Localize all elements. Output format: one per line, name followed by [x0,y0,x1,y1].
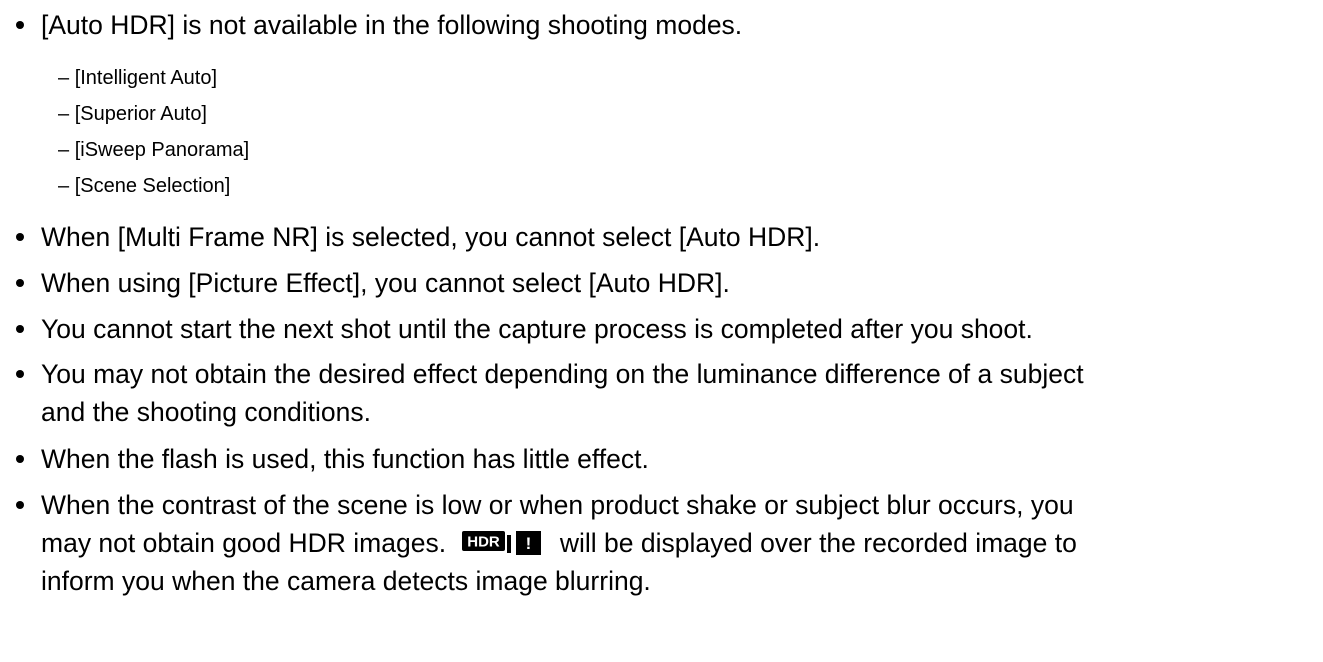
shooting-mode-item: – [Scene Selection] [58,169,230,203]
bullet [16,325,24,333]
shooting-mode-label: [Scene Selection] [74,175,231,197]
bullet [16,233,24,241]
note-auto-hdr-unavailable: [Auto HDR] is not available in the follo… [16,6,1316,44]
note-text-segment: may not obtain good HDR images. [41,528,447,558]
bullet [16,370,24,378]
note-text-line: may not obtain good HDR images. HDR ! wi… [41,524,1316,562]
dash: – [58,175,70,197]
hdr-icon-text: HDR [468,534,501,551]
bullet [16,21,24,29]
shooting-mode-label: [iSweep Panorama] [74,139,250,161]
note-text: When [Multi Frame NR] is selected, you c… [41,222,821,252]
shooting-mode-item: – [Superior Auto] [58,97,207,131]
note-text-line: You may not obtain the desired effect de… [41,359,1084,389]
note-text-segment: will be displayed over the recorded imag… [559,528,1077,558]
warning-icon: ! [516,531,542,555]
dash: – [58,103,70,125]
hdr-warning-icon: HDR ! [462,531,542,555]
shooting-mode-item: – [iSweep Panorama] [58,133,249,167]
note-text-line: When the contrast of the scene is low or… [41,490,1074,520]
note-capture-process: You cannot start the next shot until the… [16,310,1316,348]
note-text: When the flash is used, this function ha… [41,444,649,474]
note-picture-effect: When using [Picture Effect], you cannot … [16,264,1316,302]
shooting-mode-label: [Intelligent Auto] [74,67,218,89]
note-text-line: inform you when the camera detects image… [41,566,651,596]
bullet [16,501,24,509]
note-multi-frame-nr: When [Multi Frame NR] is selected, you c… [16,218,1316,256]
shooting-mode-label: [Superior Auto] [74,103,207,125]
note-low-contrast: When the contrast of the scene is low or… [16,486,1316,600]
note-luminance: You may not obtain the desired effect de… [16,355,1316,431]
dash: – [58,67,70,89]
note-text: When using [Picture Effect], you cannot … [41,268,730,298]
note-text: You cannot start the next shot until the… [41,314,1033,344]
dash: – [58,139,70,161]
bullet [16,455,24,463]
bullet [16,279,24,287]
warning-icon-text: ! [526,534,532,553]
hdr-icon: HDR [462,531,512,553]
note-flash: When the flash is used, this function ha… [16,440,1316,478]
note-text-line: and the shooting conditions. [41,397,372,427]
shooting-mode-item: – [Intelligent Auto] [58,61,217,95]
note-text: [Auto HDR] is not available in the follo… [41,10,743,40]
